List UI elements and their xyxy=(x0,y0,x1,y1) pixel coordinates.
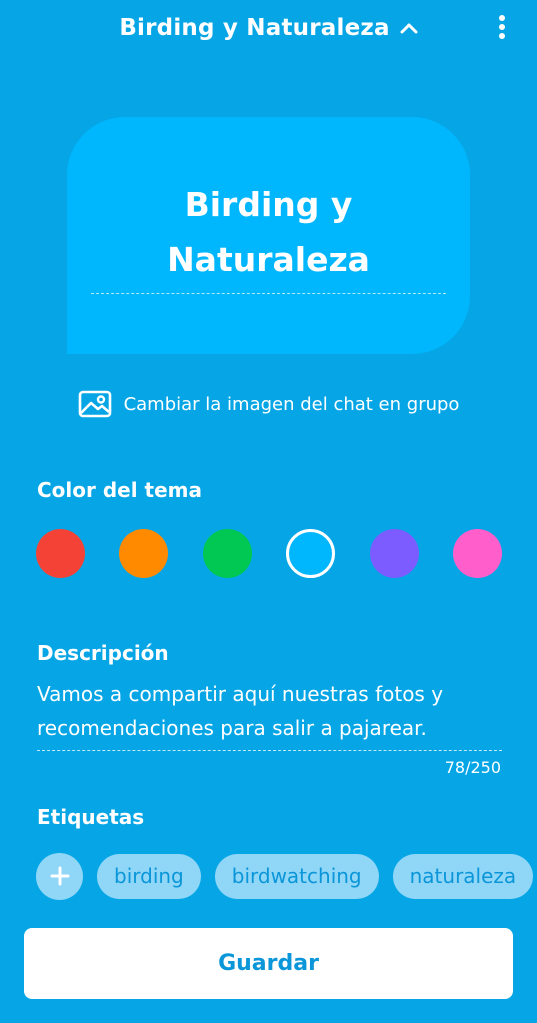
description-underline xyxy=(37,750,502,751)
more-vertical-icon[interactable] xyxy=(495,12,509,42)
add-tag-button[interactable] xyxy=(36,852,83,900)
theme-color-swatch[interactable] xyxy=(452,529,502,578)
theme-color-swatch[interactable] xyxy=(202,529,252,578)
group-name-line-1: Birding y xyxy=(184,185,353,224)
app-header: Birding y Naturaleza xyxy=(0,0,537,56)
description-heading: Descripción xyxy=(37,641,169,665)
group-title-toggle[interactable]: Birding y Naturaleza xyxy=(119,15,418,41)
plus-icon xyxy=(50,866,69,886)
theme-color-swatch[interactable] xyxy=(286,529,336,578)
description-char-count: 78/250 xyxy=(444,758,501,777)
tags-list: birding birdwatching naturaleza xyxy=(36,852,534,900)
theme-color-heading: Color del tema xyxy=(37,478,202,502)
theme-color-swatch[interactable] xyxy=(119,529,169,578)
theme-color-swatch[interactable] xyxy=(369,529,419,578)
group-image-card[interactable]: Birding y Naturaleza xyxy=(67,117,470,354)
tag-chip[interactable]: naturaleza xyxy=(392,853,534,899)
group-name-line-2: Naturaleza xyxy=(167,240,370,279)
tag-chip[interactable]: birding xyxy=(97,853,201,899)
change-group-image-link[interactable]: Cambiar la imagen del chat en grupo xyxy=(0,386,537,422)
theme-color-picker xyxy=(36,529,502,579)
header-title: Birding y Naturaleza xyxy=(119,15,390,41)
theme-color-swatch[interactable] xyxy=(36,529,85,578)
group-name-underline xyxy=(91,293,446,294)
tag-chip[interactable]: birdwatching xyxy=(214,853,379,899)
description-input[interactable]: Vamos a compartir aquí nuestras fotos y … xyxy=(37,677,502,745)
tags-heading: Etiquetas xyxy=(37,805,145,829)
image-icon xyxy=(78,390,111,418)
change-image-label: Cambiar la imagen del chat en grupo xyxy=(123,393,460,415)
chevron-up-icon xyxy=(400,23,418,34)
save-button[interactable]: Guardar xyxy=(24,928,513,999)
edit-group-screen: Birding y Naturaleza Birding y Naturalez… xyxy=(0,0,537,1023)
group-name-input[interactable]: Birding y Naturaleza xyxy=(91,177,446,287)
